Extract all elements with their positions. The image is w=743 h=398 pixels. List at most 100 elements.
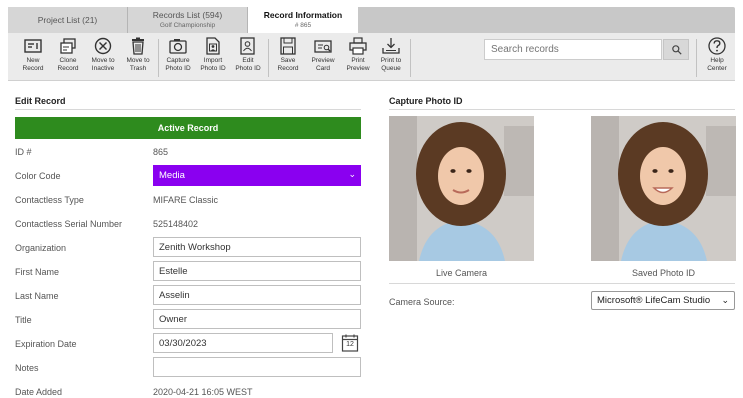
help-icon xyxy=(708,37,726,55)
first-name-field[interactable]: Estelle xyxy=(153,261,361,281)
saved-photo-caption: Saved Photo ID xyxy=(631,268,696,278)
color-code-select[interactable]: Media ⌄ xyxy=(153,165,361,186)
toolbar-separator xyxy=(696,39,697,77)
saved-photo xyxy=(591,116,736,261)
tab-records-list[interactable]: Records List (594) Golf Championship xyxy=(128,7,248,33)
expiration-date-label: Expiration Date xyxy=(15,339,77,349)
button-label: Record xyxy=(277,65,299,72)
tab-sublabel: # 865 xyxy=(294,22,312,29)
move-to-trash-button[interactable]: Move to Trash xyxy=(121,36,155,80)
date-added-value: 2020-04-21 16:05 WEST xyxy=(153,387,253,397)
edit-photo-icon xyxy=(240,37,255,55)
tab-label: Record Information xyxy=(263,10,343,20)
organization-field[interactable]: Zenith Workshop xyxy=(153,237,361,257)
id-value: 865 xyxy=(153,147,169,157)
chevron-down-icon: ⌄ xyxy=(721,295,729,305)
button-label: Help xyxy=(710,57,724,64)
clone-record-button[interactable]: Clone Record xyxy=(51,36,85,80)
button-label: Edit xyxy=(242,57,254,64)
color-code-value: Media xyxy=(159,170,185,181)
button-label: Preview xyxy=(311,57,335,64)
capture-photo-id-button[interactable]: Capture Photo ID xyxy=(161,36,195,80)
notes-label: Notes xyxy=(15,363,39,373)
color-code-label: Color Code xyxy=(15,171,61,181)
contactless-type-value: MIFARE Classic xyxy=(153,195,219,205)
button-label: Photo ID xyxy=(235,65,261,72)
button-label: Queue xyxy=(381,65,401,72)
serial-number-label: Contactless Serial Number xyxy=(15,219,123,229)
button-label: Photo ID xyxy=(200,65,226,72)
button-label: New xyxy=(26,57,40,64)
toolbar: New Record Clone Record Move to Inactive… xyxy=(8,33,735,81)
divider xyxy=(389,109,735,110)
saved-photo-view xyxy=(591,116,736,261)
camera-icon xyxy=(169,39,187,54)
first-name-label: First Name xyxy=(15,267,60,277)
calendar-button[interactable]: 12 xyxy=(341,333,359,353)
last-name-label: Last Name xyxy=(15,291,59,301)
button-label: Print to xyxy=(380,57,402,64)
print-icon xyxy=(349,37,367,55)
tab-bar: Project List (21) Records List (594) Gol… xyxy=(0,0,743,33)
move-inactive-icon xyxy=(94,37,112,55)
tab-sublabel: Golf Championship xyxy=(159,22,216,29)
clone-record-icon xyxy=(60,38,76,54)
id-label: ID # xyxy=(15,147,32,157)
edit-photo-id-button[interactable]: Edit Photo ID xyxy=(231,36,265,80)
live-camera-view xyxy=(389,116,534,261)
tab-project-list[interactable]: Project List (21) xyxy=(8,7,128,33)
button-label: Record xyxy=(57,65,79,72)
preview-card-button[interactable]: Preview Card xyxy=(306,36,340,80)
new-record-icon xyxy=(24,39,42,53)
search-icon xyxy=(672,45,682,55)
toolbar-separator xyxy=(268,39,269,77)
button-label: Trash xyxy=(129,65,147,72)
live-camera-caption: Live Camera xyxy=(435,268,488,278)
notes-field[interactable] xyxy=(153,357,361,377)
save-record-button[interactable]: Save Record xyxy=(271,36,305,80)
capture-photo-title: Capture Photo ID xyxy=(389,96,463,106)
last-name-field[interactable]: Asselin xyxy=(153,285,361,305)
button-label: Inactive xyxy=(91,65,115,72)
button-label: Import xyxy=(203,57,223,64)
button-label: Move to xyxy=(91,57,115,64)
toolbar-separator xyxy=(158,39,159,77)
print-queue-icon xyxy=(382,38,400,54)
serial-number-value: 525148402 xyxy=(153,219,199,229)
button-label: Card xyxy=(315,65,331,72)
button-label: Photo ID xyxy=(165,65,191,72)
button-label: Print xyxy=(351,57,365,64)
print-preview-button[interactable]: Print Preview xyxy=(341,36,375,80)
print-to-queue-button[interactable]: Print to Queue xyxy=(374,36,408,80)
calendar-day: 12 xyxy=(346,341,354,348)
divider xyxy=(389,283,735,284)
help-center-button[interactable]: Help Center xyxy=(700,36,734,80)
expiration-date-field[interactable]: 03/30/2023 xyxy=(153,333,333,353)
move-to-inactive-button[interactable]: Move to Inactive xyxy=(86,36,120,80)
button-label: Capture xyxy=(166,57,190,64)
date-added-label: Date Added xyxy=(15,387,63,397)
camera-source-select[interactable]: Microsoft® LifeCam Studio ⌄ xyxy=(591,291,735,310)
button-label: Move to xyxy=(126,57,150,64)
live-photo xyxy=(389,116,534,261)
import-photo-icon xyxy=(206,37,220,55)
import-photo-id-button[interactable]: Import Photo ID xyxy=(196,36,230,80)
title-field[interactable]: Owner xyxy=(153,309,361,329)
toolbar-separator xyxy=(410,39,411,77)
chevron-down-icon: ⌄ xyxy=(348,169,356,179)
title-label: Title xyxy=(15,315,32,325)
tab-label: Project List (21) xyxy=(37,15,98,25)
button-label: Clone xyxy=(59,57,77,64)
tab-label: Records List (594) xyxy=(152,10,223,20)
new-record-button[interactable]: New Record xyxy=(16,36,50,80)
button-label: Preview xyxy=(346,65,370,72)
button-label: Record xyxy=(22,65,44,72)
search-button[interactable] xyxy=(663,39,689,60)
preview-card-icon xyxy=(314,40,332,53)
search-input[interactable] xyxy=(484,39,662,60)
save-icon xyxy=(280,37,296,55)
edit-record-title: Edit Record xyxy=(15,96,66,106)
button-label: Save xyxy=(280,57,296,64)
divider xyxy=(15,109,361,110)
tab-record-information[interactable]: Record Information # 865 xyxy=(248,7,358,33)
